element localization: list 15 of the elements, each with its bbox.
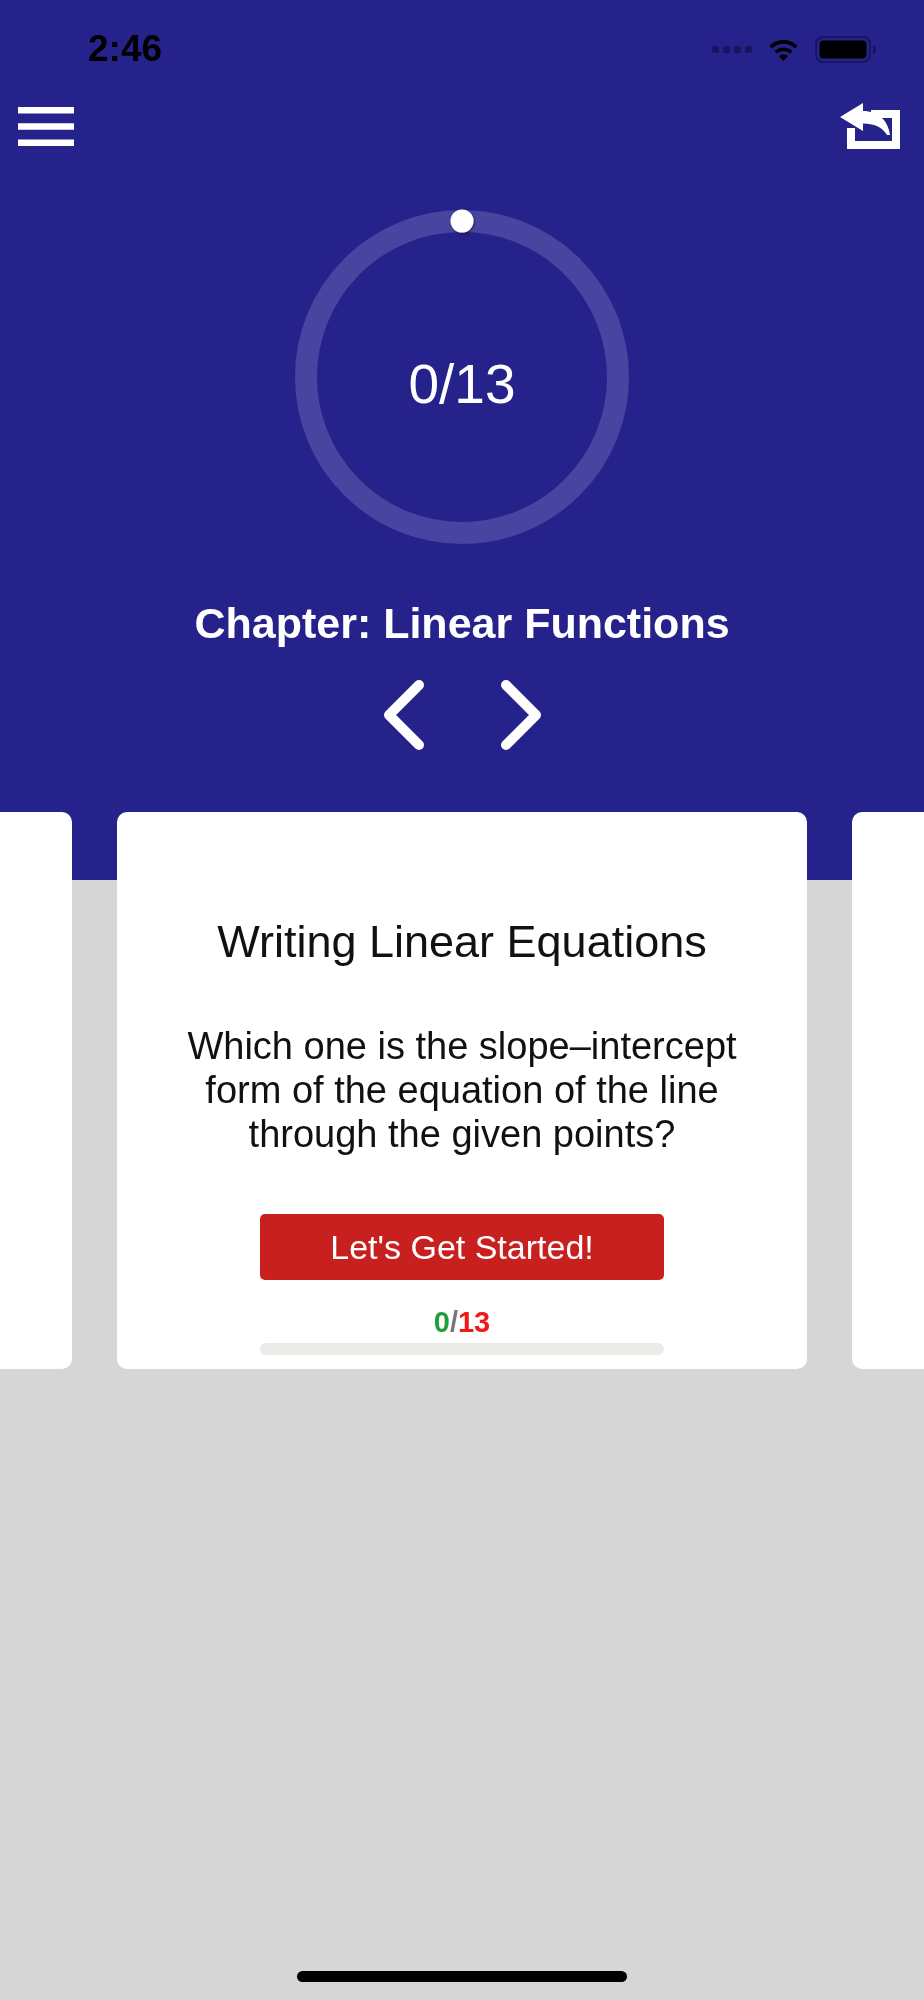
lesson-question: Which one is the slope–intercept form of the equation of the line through the given points? — [186, 1024, 738, 1156]
progress-count: 0/13 — [408, 352, 516, 416]
return-arrow-icon[interactable] — [840, 103, 900, 149]
signal-icon — [712, 45, 752, 53]
progress-thumb — [450, 209, 474, 233]
chevron-left-icon[interactable] — [381, 679, 426, 751]
lesson-title: Writing Linear Equations — [217, 917, 707, 967]
status-time: 2:46 — [88, 28, 163, 70]
chevron-right-icon[interactable] — [498, 679, 543, 751]
menu-icon[interactable] — [18, 106, 74, 146]
chapter-title: Chapter: Linear Functions — [194, 599, 730, 647]
wifi-icon — [768, 37, 799, 61]
battery-icon — [815, 35, 877, 63]
start-button[interactable]: Let's Get Started! — [260, 1214, 664, 1280]
score-text: 0/13 — [433, 1306, 491, 1338]
